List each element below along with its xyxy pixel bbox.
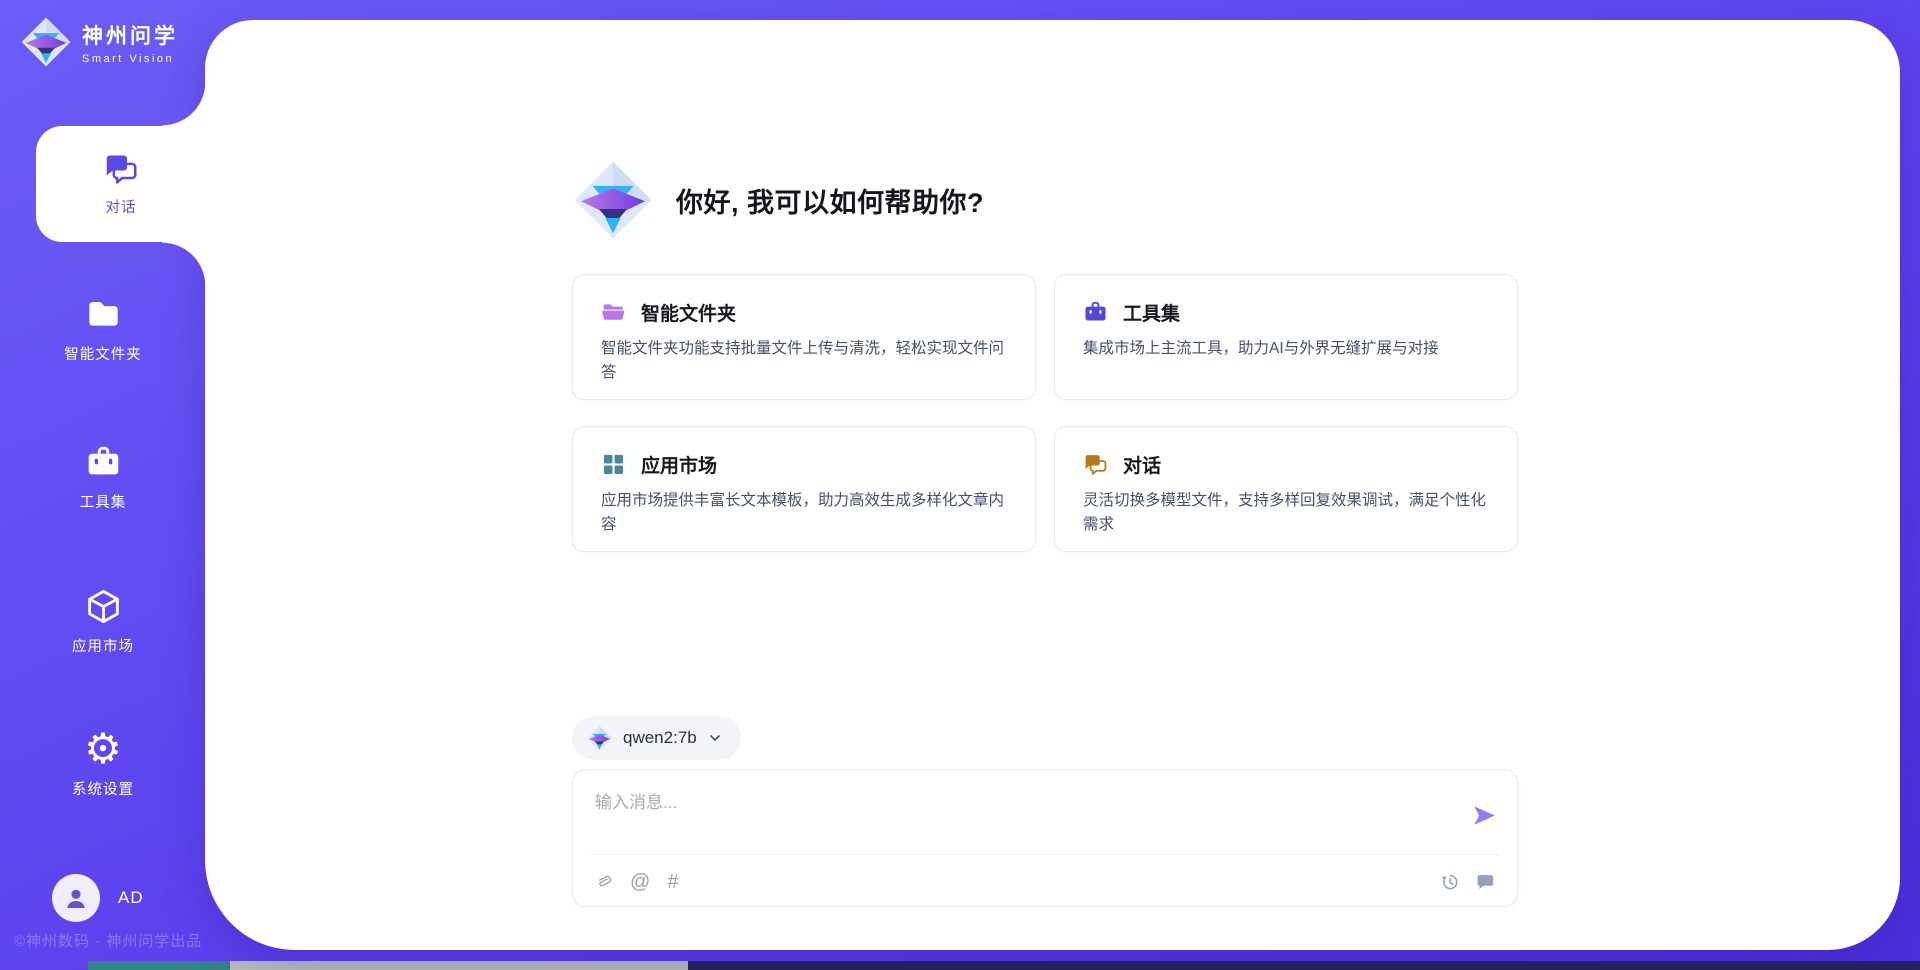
card-smart-folder[interactable]: 智能文件夹 智能文件夹功能支持批量文件上传与清洗，轻松实现文件问答 [572, 274, 1036, 400]
toolbox-icon [1083, 300, 1108, 325]
sidebar-item-toolset[interactable]: 工具集 [0, 444, 206, 512]
send-button[interactable] [1471, 802, 1497, 828]
model-name: qwen2:7b [623, 728, 697, 748]
sidebar-item-smart-folder[interactable]: 智能文件夹 [0, 296, 206, 364]
card-title: 应用市场 [641, 451, 717, 478]
active-tab-curve-top [162, 82, 206, 126]
avatar [52, 874, 100, 922]
active-tab-curve-bottom [162, 242, 206, 286]
sidebar-item-settings[interactable]: ⚙ 系统设置 [0, 730, 206, 799]
card-description: 灵活切换多模型文件，支持多样回复效果调试，满足个性化需求 [1083, 489, 1489, 537]
card-toolset[interactable]: 工具集 集成市场上主流工具，助力AI与外界无缝扩展与对接 [1054, 274, 1518, 400]
greeting-title: 你好, 我可以如何帮助你? [676, 181, 984, 220]
brand-logo[interactable]: 神州问学 Smart Vision [20, 16, 178, 68]
sidebar-item-label: 智能文件夹 [64, 343, 142, 364]
card-description: 应用市场提供丰富长文本模板，助力高效生成多样化文章内容 [601, 489, 1007, 537]
copyright: ©神州数码 · 神州问学出品 [14, 930, 202, 951]
mention-icon[interactable]: @ [630, 872, 650, 892]
card-description: 智能文件夹功能支持批量文件上传与清洗，轻松实现文件问答 [601, 337, 1007, 385]
sidebar-item-label: 工具集 [80, 491, 127, 512]
attachment-icon[interactable] [593, 872, 613, 892]
history-icon[interactable] [1439, 871, 1461, 893]
hashtag-icon[interactable]: # [667, 872, 678, 892]
cube-icon [85, 588, 122, 625]
feature-cards: 智能文件夹 智能文件夹功能支持批量文件上传与清洗，轻松实现文件问答 工具集 集成… [572, 274, 1518, 552]
sidebar: 神州问学 Smart Vision 对话 智能文件夹 工具集 [0, 0, 206, 970]
sidebar-item-chat[interactable]: 对话 [36, 126, 206, 242]
user-label: AD [118, 888, 144, 908]
brand-gem-icon [20, 16, 72, 68]
app-root: 你好, 我可以如何帮助你? 智能文件夹 智能文件夹功能支持批量文件上传与清洗，轻… [0, 0, 1920, 970]
composer: @ # [572, 769, 1518, 907]
sidebar-item-label: 对话 [106, 196, 137, 217]
assistant-gem-icon [572, 159, 654, 241]
user-profile[interactable]: AD [52, 874, 144, 922]
model-selector[interactable]: qwen2:7b [572, 716, 741, 760]
brand-name: 神州问学 [82, 20, 178, 50]
main-panel: 你好, 我可以如何帮助你? 智能文件夹 智能文件夹功能支持批量文件上传与清洗，轻… [205, 20, 1900, 950]
sidebar-item-label: 应用市场 [72, 635, 134, 656]
gear-icon: ⚙ [84, 730, 122, 768]
send-icon [1471, 802, 1497, 828]
chat-icon [103, 151, 139, 187]
chevron-down-icon [707, 730, 723, 746]
folder-icon [85, 296, 122, 333]
sidebar-item-app-market[interactable]: 应用市场 [0, 588, 206, 656]
sidebar-item-label: 系统设置 [72, 778, 134, 799]
bottom-edge-navy [688, 961, 1920, 970]
card-title: 智能文件夹 [641, 299, 736, 326]
card-chat[interactable]: 对话 灵活切换多模型文件，支持多样回复效果调试，满足个性化需求 [1054, 426, 1518, 552]
chat-bubble-icon[interactable] [1475, 871, 1497, 893]
person-icon [62, 884, 90, 912]
brand-subtitle: Smart Vision [82, 53, 178, 65]
greeting: 你好, 我可以如何帮助你? [572, 159, 984, 241]
card-title: 工具集 [1123, 299, 1180, 326]
apps-grid-icon [601, 452, 626, 477]
chat-icon [1083, 452, 1108, 477]
message-input[interactable] [595, 786, 1425, 820]
composer-divider [591, 854, 1499, 855]
toolbox-icon [85, 444, 122, 481]
card-title: 对话 [1123, 451, 1161, 478]
bottom-edge-gray [230, 961, 688, 970]
card-description: 集成市场上主流工具，助力AI与外界无缝扩展与对接 [1083, 337, 1489, 361]
model-gem-icon [586, 725, 613, 752]
card-app-market[interactable]: 应用市场 应用市场提供丰富长文本模板，助力高效生成多样化文章内容 [572, 426, 1036, 552]
folder-icon [601, 300, 626, 325]
